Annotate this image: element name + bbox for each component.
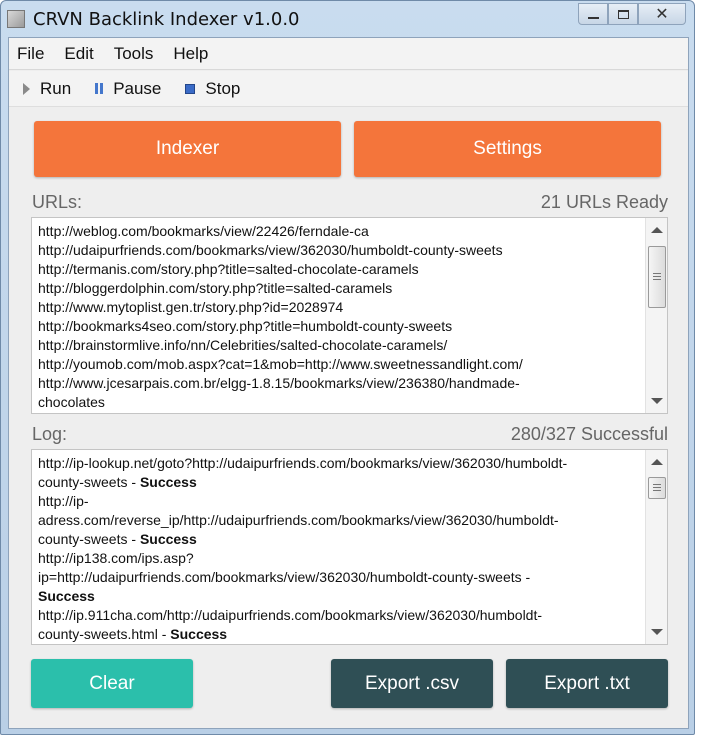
- indexer-button[interactable]: Indexer: [34, 121, 341, 177]
- url-line: http://www.mytoplist.gen.tr/story.php?id…: [38, 299, 344, 315]
- maximize-button[interactable]: [608, 3, 638, 25]
- log-result: Success: [139, 531, 197, 547]
- url-line: chocolates: [38, 394, 105, 410]
- menu-bar: File Edit Tools Help: [9, 38, 688, 70]
- log-url-line: http://ip138.com/ips.asp?: [38, 550, 194, 566]
- log-list: http://ip-lookup.net/goto?http://udaipur…: [38, 454, 641, 644]
- log-url-line: ip=http://udaipurfriends.com/bookmarks/v…: [38, 569, 535, 585]
- stop-label: Stop: [205, 78, 241, 98]
- export-csv-button[interactable]: Export .csv: [331, 659, 493, 708]
- title-bar[interactable]: CRVN Backlink Indexer v1.0.0 ✕: [1, 1, 694, 37]
- log-url-line: county-sweets -: [38, 531, 140, 547]
- scroll-down-arrow-icon[interactable]: [651, 398, 663, 404]
- clear-button[interactable]: Clear: [31, 659, 193, 708]
- window-title: CRVN Backlink Indexer v1.0.0: [33, 9, 300, 30]
- log-result: Success: [170, 626, 228, 642]
- log-result: Success: [38, 588, 95, 604]
- url-line: http://bookmarks4seo.com/story.php?title…: [38, 318, 453, 334]
- log-entry: http://ip-lookup.net/goto?http://udaipur…: [38, 454, 641, 492]
- close-icon: ✕: [655, 6, 669, 23]
- app-window: CRVN Backlink Indexer v1.0.0 ✕ File Edit…: [0, 0, 695, 735]
- menu-file[interactable]: File: [17, 44, 44, 64]
- log-entry: http://ip138.com/ips.asp? ip=http://udai…: [38, 549, 641, 606]
- close-button[interactable]: ✕: [638, 3, 686, 25]
- maximize-icon: [617, 9, 629, 19]
- log-scrollbar[interactable]: [645, 450, 667, 644]
- menu-edit[interactable]: Edit: [64, 44, 93, 64]
- export-txt-button[interactable]: Export .txt: [506, 659, 668, 708]
- settings-button[interactable]: Settings: [354, 121, 661, 177]
- app-icon: [7, 10, 25, 28]
- pause-button[interactable]: Pause: [95, 79, 161, 99]
- log-url-line: county-sweets.html -: [38, 626, 171, 642]
- minimize-icon: [587, 17, 599, 19]
- urls-textarea[interactable]: http://weblog.com/bookmarks/view/22426/f…: [31, 217, 668, 414]
- log-url-line: county-sweets -: [38, 474, 140, 490]
- log-entry: http://ip- adress.com/reverse_ip/http://…: [38, 492, 641, 549]
- menu-help[interactable]: Help: [173, 44, 208, 64]
- log-url-line: http://ip.911cha.com/http://udaipurfrien…: [38, 607, 543, 623]
- run-button[interactable]: Run: [23, 79, 71, 99]
- client-area: File Edit Tools Help Run Pause Stop Inde…: [8, 37, 689, 729]
- toolbar: Run Pause Stop: [9, 71, 688, 107]
- url-line: http://youmob.com/mob.aspx?cat=1&mob=htt…: [38, 356, 523, 372]
- url-line: http://brainstormlive.info/nn/Celebritie…: [38, 337, 448, 353]
- log-scroll-thumb[interactable]: [648, 477, 666, 499]
- stop-icon: [185, 83, 196, 94]
- pause-label: Pause: [113, 78, 162, 98]
- url-line: http://bloggerdolphin.com/story.php?titl…: [38, 280, 393, 296]
- scroll-up-arrow-icon[interactable]: [651, 459, 663, 465]
- url-line: http://udaipurfriends.com/bookmarks/view…: [38, 242, 503, 258]
- log-url-line: adress.com/reverse_ip/http://udaipurfrie…: [38, 512, 559, 528]
- run-label: Run: [40, 78, 72, 98]
- log-result: Success: [139, 474, 197, 490]
- url-line: http://www.jcesarpais.com.br/elgg-1.8.15…: [38, 375, 520, 391]
- pause-icon: [95, 83, 104, 94]
- urls-list: http://weblog.com/bookmarks/view/22426/f…: [38, 222, 641, 412]
- urls-scroll-thumb[interactable]: [648, 246, 666, 308]
- scroll-up-arrow-icon[interactable]: [651, 227, 663, 233]
- log-url-line: http://ip-: [38, 493, 89, 509]
- log-label: Log:: [32, 424, 68, 444]
- log-entry: http://ip.911cha.com/http://udaipurfrien…: [38, 606, 641, 644]
- url-line: http://termanis.com/story.php?title=salt…: [38, 261, 419, 277]
- stop-button[interactable]: Stop: [185, 79, 240, 99]
- urls-scrollbar[interactable]: [645, 218, 667, 413]
- scroll-down-arrow-icon[interactable]: [651, 629, 663, 635]
- log-textarea[interactable]: http://ip-lookup.net/goto?http://udaipur…: [31, 449, 668, 645]
- window-controls: ✕: [578, 3, 686, 25]
- log-status: 280/327 Successful: [510, 424, 668, 444]
- url-line: http://weblog.com/bookmarks/view/22426/f…: [38, 223, 369, 239]
- play-icon: [23, 82, 30, 95]
- log-url-line: http://ip-lookup.net/goto?http://udaipur…: [38, 455, 568, 471]
- menu-tools[interactable]: Tools: [114, 44, 154, 64]
- minimize-button[interactable]: [578, 3, 608, 25]
- urls-status: 21 URLs Ready: [540, 192, 668, 212]
- urls-label: URLs:: [32, 192, 83, 212]
